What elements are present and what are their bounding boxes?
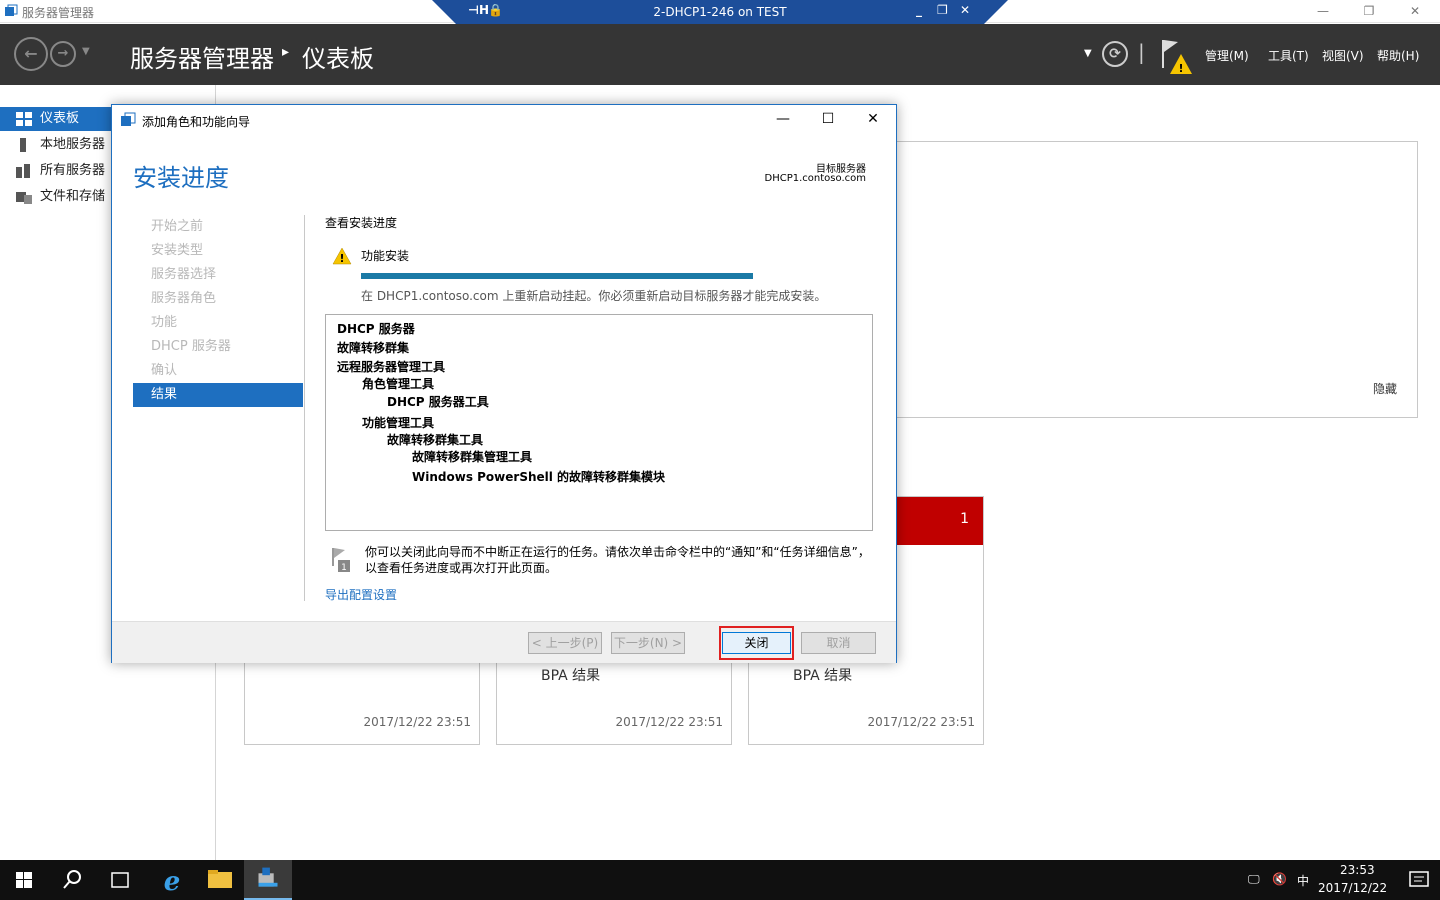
rdp-minimize-button[interactable]: _	[916, 3, 922, 17]
section-title: 查看安装进度	[325, 216, 398, 230]
wizard-step: 安装类型	[151, 243, 204, 258]
export-config-link[interactable]: 导出配置设置	[325, 586, 397, 603]
result-item: 故障转移群集管理工具	[412, 450, 533, 464]
minimize-button[interactable]: —	[1308, 2, 1338, 20]
svg-text:!: !	[1178, 62, 1183, 75]
result-item: DHCP 服务器工具	[387, 395, 489, 409]
cancel-button[interactable]: 取消	[801, 632, 876, 654]
wizard-minimize-button[interactable]: —	[769, 111, 797, 129]
start-windows-icon[interactable]	[0, 860, 48, 900]
result-item: Windows PowerShell 的故障转移群集模块	[412, 470, 666, 484]
result-item: 故障转移群集	[337, 341, 410, 355]
forward-button[interactable]: →	[50, 41, 76, 67]
svg-text:1: 1	[341, 563, 347, 573]
server-manager-taskbar-icon[interactable]	[244, 860, 292, 900]
tile-bpa-label[interactable]: BPA 结果	[541, 665, 600, 685]
menu-manage[interactable]: 管理(M)	[1205, 47, 1249, 64]
internet-explorer-icon[interactable]: e	[148, 860, 196, 900]
notifications-flag-icon[interactable]: !	[1160, 38, 1194, 76]
warning-icon: !	[332, 247, 352, 265]
wizard-step: 服务器选择	[151, 267, 217, 282]
ime-indicator[interactable]: 中	[1297, 872, 1309, 889]
nav-label: 仪表板	[40, 111, 80, 126]
tile-bpa-label[interactable]: BPA 结果	[793, 665, 852, 685]
wizard-step-active[interactable]: 结果	[133, 383, 303, 407]
menu-help[interactable]: 帮助(H)	[1377, 47, 1419, 64]
rdp-close-button[interactable]: ✕	[960, 3, 970, 17]
task-view-icon[interactable]	[96, 860, 144, 900]
history-dropdown-icon[interactable]: ▼	[82, 46, 90, 57]
notification-flag-icon: 1	[332, 548, 350, 573]
hide-link[interactable]: 隐藏	[1373, 380, 1397, 397]
nav-label: 本地服务器	[40, 137, 106, 152]
server-manager-header: ← → ▼ 服务器管理器 ▸ 仪表板 ▼ ⟳ | ! 管理(M) 工具(T) 视…	[0, 24, 1440, 85]
action-center-icon[interactable]	[1408, 870, 1430, 890]
wizard-titlebar: 添加角色和功能向导 — ☐ ✕	[112, 105, 896, 135]
rdp-restore-button[interactable]: ❐	[937, 3, 948, 17]
breadcrumb-separator: ▸	[282, 44, 290, 60]
nav-label: 所有服务器	[40, 163, 106, 178]
install-progress-bar	[361, 273, 753, 279]
network-icon[interactable]: 🖵	[1248, 872, 1260, 887]
results-list: DHCP 服务器 故障转移群集 远程服务器管理工具 角色管理工具 DHCP 服务…	[325, 314, 873, 531]
wizard-step: 服务器角色	[151, 291, 217, 306]
wizard-footer: < 上一步(P) 下一步(N) > 关闭 取消	[112, 621, 896, 663]
wizard-app-icon	[121, 112, 136, 126]
result-item: 远程服务器管理工具	[337, 360, 446, 374]
menu-view[interactable]: 视图(V)	[1322, 47, 1364, 64]
wizard-close-button[interactable]: ✕	[859, 111, 887, 129]
header-divider: |	[1138, 40, 1145, 64]
server-manager-icon	[5, 4, 18, 16]
wizard-divider	[304, 215, 305, 601]
tile-alert-count: 1	[960, 511, 969, 527]
result-item: 角色管理工具	[362, 377, 435, 391]
wizard-title: 添加角色和功能向导	[142, 115, 251, 129]
result-item: 故障转移群集工具	[387, 433, 484, 447]
breadcrumb-root[interactable]: 服务器管理器	[130, 39, 274, 74]
file-explorer-icon[interactable]	[196, 860, 244, 900]
progress-fill	[361, 273, 753, 279]
tile-timestamp: 2017/12/22 23:51	[615, 715, 723, 729]
add-roles-wizard-dialog: 添加角色和功能向导 — ☐ ✕ 安装进度 目标服务器 DHCP1.contoso…	[111, 104, 897, 663]
clock-time[interactable]: 23:53	[1340, 863, 1375, 877]
wizard-note: 你可以关闭此向导而不中断正在运行的任务。请依次单击命令栏中的“通知”和“任务详细…	[365, 545, 870, 575]
wizard-step: DHCP 服务器	[151, 339, 231, 354]
menu-tools[interactable]: 工具(T)	[1268, 47, 1309, 64]
refresh-icon[interactable]: ⟳	[1102, 41, 1128, 67]
dropdown-icon[interactable]: ▼	[1084, 48, 1092, 59]
wizard-maximize-button[interactable]: ☐	[814, 111, 842, 129]
close-button[interactable]: 关闭	[722, 632, 791, 654]
svg-text:e: e	[164, 867, 181, 897]
server-icon	[20, 138, 26, 152]
storage-icon	[16, 192, 32, 204]
wizard-step: 功能	[151, 315, 178, 330]
search-icon[interactable]	[48, 860, 96, 900]
install-label: 功能安装	[361, 249, 410, 263]
servers-icon	[16, 164, 30, 178]
close-window-button[interactable]: ✕	[1400, 2, 1430, 20]
clock-date[interactable]: 2017/12/22	[1318, 881, 1387, 895]
restore-button[interactable]: ❐	[1354, 2, 1384, 20]
dashboard-icon	[16, 112, 32, 126]
progress-message: 在 DHCP1.contoso.com 上重新启动挂起。你必须重新启动目标服务器…	[361, 289, 827, 303]
tile-timestamp: 2017/12/22 23:51	[363, 715, 471, 729]
back-button[interactable]: ←	[14, 37, 48, 71]
result-item: DHCP 服务器	[337, 322, 415, 336]
nav-label: 文件和存储	[40, 189, 106, 204]
taskbar: e 🖵 🔇 中 23:53 2017/12/22	[0, 860, 1440, 900]
next-button[interactable]: 下一步(N) >	[611, 632, 685, 654]
remote-desktop-bar: ⊣H 🔒 2-DHCP1-246 on TEST _ ❐ ✕	[432, 0, 1008, 24]
tile-timestamp: 2017/12/22 23:51	[867, 715, 975, 729]
breadcrumb-page: 仪表板	[302, 45, 374, 73]
svg-text:!: !	[339, 252, 344, 265]
target-server-value: DHCP1.contoso.com	[764, 173, 866, 184]
wizard-step: 确认	[151, 363, 178, 378]
wizard-step: 开始之前	[151, 219, 204, 234]
previous-button[interactable]: < 上一步(P)	[528, 632, 602, 654]
window-title: 服务器管理器	[22, 6, 95, 20]
wizard-heading: 安装进度	[133, 164, 229, 192]
result-item: 功能管理工具	[362, 416, 435, 430]
volume-muted-icon[interactable]: 🔇	[1272, 872, 1287, 886]
